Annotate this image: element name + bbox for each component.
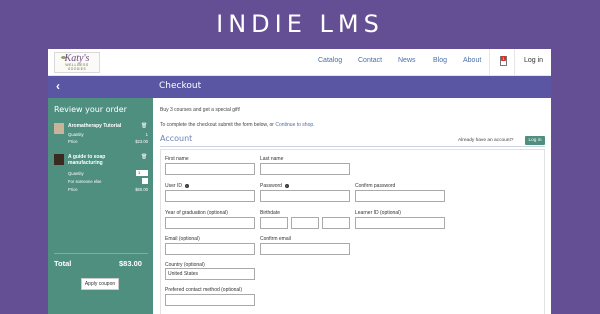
nav-about[interactable]: About [463, 57, 481, 64]
quantity-label: Quantity [68, 171, 84, 176]
email-label: Email (optional) [165, 236, 200, 242]
last-name-label: Last name [260, 156, 284, 162]
top-navigation: Katy's WELLNESS GOODIES Catalog Contact … [48, 49, 551, 76]
nav-blog[interactable]: Blog [433, 57, 447, 64]
graduation-year-label: Year of graduation (optional) [165, 210, 228, 216]
last-name-input[interactable] [260, 163, 350, 175]
brand-title: INDIE LMS [216, 10, 384, 38]
birthdate-label: Birthdate [260, 210, 281, 216]
price-value: $60.00 [135, 187, 148, 192]
instructions: To complete the checkout submit the form… [160, 122, 315, 128]
country-select[interactable]: United States [165, 268, 255, 280]
quantity-label: Quantity [68, 132, 84, 137]
user-id-label-text: User ID [165, 183, 182, 189]
already-account-text: Already have an account? [458, 138, 514, 143]
trash-icon[interactable]: 🗑 [141, 154, 147, 160]
divider [160, 146, 545, 147]
page-title-bar: ‹ Checkout [48, 76, 551, 98]
course-thumbnail [54, 123, 64, 134]
nav-login[interactable]: Log in [524, 57, 543, 64]
contact-method-label: Prefered contact method (optional) [165, 287, 242, 293]
someone-else-checkbox[interactable] [142, 178, 148, 184]
nav-news[interactable]: News [398, 57, 416, 64]
contact-method-select[interactable] [165, 294, 255, 306]
instructions-text: To complete the checkout submit the form… [160, 122, 274, 128]
apply-coupon-button[interactable]: Apply coupon [81, 278, 119, 290]
price-value: $23.00 [135, 139, 148, 144]
learner-id-label: Learner ID (optional) [355, 210, 401, 216]
total-value: $83.00 [119, 259, 142, 268]
order-summary-sidebar: Review your order Aromatherapy Tutorial … [48, 98, 153, 314]
price-label: Price [68, 139, 78, 144]
order-summary-title: Review your order [54, 105, 127, 114]
logo-line-goodies: GOODIES [67, 67, 87, 71]
trash-icon[interactable]: 🗑 [141, 123, 147, 129]
checkout-main: Buy 3 courses and get a special gift! To… [153, 98, 551, 314]
back-arrow-icon[interactable]: ‹ [56, 79, 60, 93]
first-name-label: First name [165, 156, 189, 162]
promo-text: Buy 3 courses and get a special gift! [160, 107, 241, 113]
total-label: Total [54, 259, 72, 268]
graduation-year-input[interactable] [165, 217, 255, 229]
password-label: Password i [260, 183, 289, 189]
password-label-text: Password [260, 183, 282, 189]
nav-contact[interactable]: Contact [358, 57, 382, 64]
nav-divider [489, 49, 490, 76]
password-input[interactable] [260, 190, 350, 202]
user-id-label: User ID i [165, 183, 189, 189]
page-title: Checkout [159, 81, 202, 91]
confirm-password-label: Confirm password [355, 183, 396, 189]
someone-else-row: For someone else [68, 178, 148, 184]
account-section-title: Account [160, 134, 193, 143]
quantity-input[interactable]: 1 [136, 170, 148, 176]
item-title: Aromatherapy Tutorial [68, 123, 122, 129]
confirm-password-input[interactable] [355, 190, 445, 202]
first-name-input[interactable] [165, 163, 255, 175]
site-logo[interactable]: Katy's WELLNESS GOODIES [54, 52, 100, 73]
birthdate-year-input[interactable] [322, 217, 350, 229]
price-label: Price [68, 187, 78, 192]
quantity-value: 1 [145, 132, 148, 137]
nav-divider [514, 49, 515, 76]
info-icon[interactable]: i [284, 183, 289, 188]
confirm-email-label: Confirm email [260, 236, 291, 242]
account-login-button[interactable]: Log in [525, 136, 545, 145]
user-id-input[interactable] [165, 190, 255, 202]
item-quantity-row: Quantity 1 [68, 170, 148, 176]
item-price-row: Price $60.00 [68, 187, 148, 192]
item-price-row: Price $23.00 [68, 139, 148, 144]
item-title: A guide to soap manufacturing [68, 154, 106, 166]
account-form: First name Last name User ID i Password i … [160, 149, 545, 314]
confirm-email-input[interactable] [260, 243, 350, 255]
someone-else-label: For someone else [68, 179, 102, 184]
info-icon[interactable]: i [184, 183, 189, 188]
birthdate-month-input[interactable] [260, 217, 288, 229]
continue-shopping-link[interactable]: Continue to shop. [275, 122, 314, 128]
birthdate-day-input[interactable] [291, 217, 319, 229]
email-input[interactable] [165, 243, 255, 255]
cart-count-badge: 1 [501, 56, 506, 61]
browser-window: Katy's WELLNESS GOODIES Catalog Contact … [48, 49, 551, 314]
nav-catalog[interactable]: Catalog [318, 57, 342, 64]
item-quantity-row: Quantity 1 [68, 132, 148, 137]
learner-id-input[interactable] [355, 217, 445, 229]
divider [54, 253, 148, 254]
course-thumbnail [54, 154, 64, 165]
